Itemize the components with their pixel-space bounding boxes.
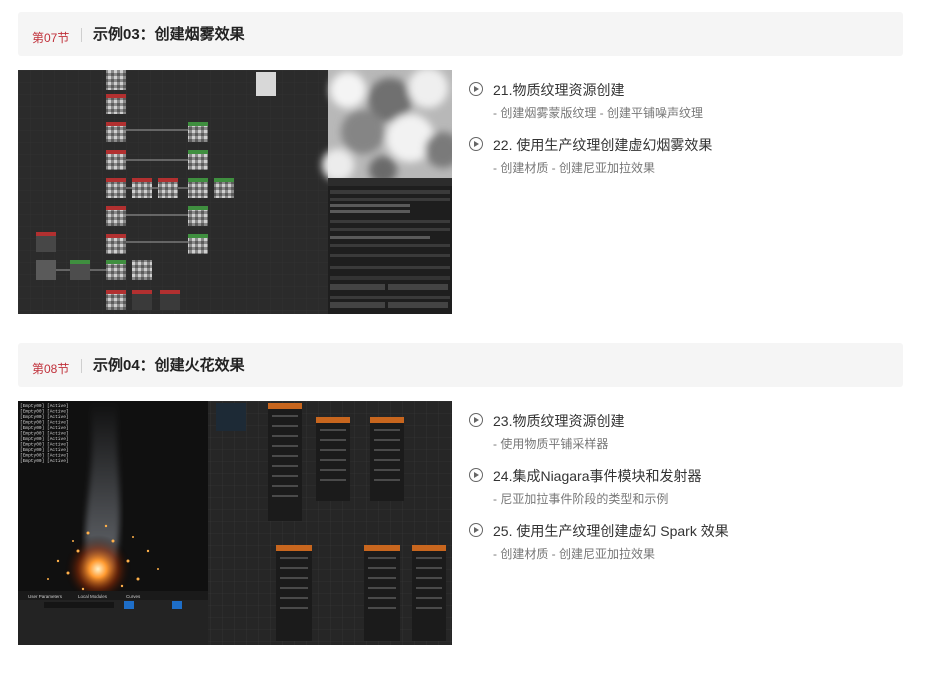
lesson-subtitle: - 创建材质 - 创建尼亚加拉效果 [493,161,655,175]
log-line: [Empty00] [Active] [20,436,69,442]
section-title: 示例03：创建烟雾效果 [93,26,245,43]
lesson-title[interactable]: 21.物质纹理资源创建 [493,80,624,100]
log-line: [Empty00] [Active] [20,453,69,459]
play-icon[interactable] [469,82,483,96]
lesson-subtitle: - 创建烟雾蒙版纹理 - 创建平铺噪声纹理 [493,106,703,120]
lesson-subtitle: - 使用物质平铺采样器 [493,437,609,451]
log-line: [Empty00] [Active] [20,447,69,453]
lesson-title[interactable]: 23.物质纹理资源创建 [493,411,624,431]
lesson-item[interactable]: 25. 使用生产纹理创建虚幻 Spark 效果 - 创建材质 - 创建尼亚加拉效… [469,521,899,576]
section-header-08: 第08节 示例04：创建火花效果 [18,343,903,387]
divider [81,359,82,373]
play-icon[interactable] [469,468,483,482]
section-title: 示例04：创建火花效果 [93,357,245,374]
lesson-item[interactable]: 23.物质纹理资源创建 - 使用物质平铺采样器 [469,411,899,466]
section-header-07: 第07节 示例03：创建烟雾效果 [18,12,903,56]
smoke-editor-screenshot [18,70,452,314]
tab-local-modules: Local Modules [78,594,108,599]
tab-user-parameters: User Parameters [28,594,63,599]
section-number: 第08节 [32,362,70,376]
lesson-title[interactable]: 24.集成Niagara事件模块和发射器 [493,466,702,486]
lesson-item[interactable]: 21.物质纹理资源创建 - 创建烟雾蒙版纹理 - 创建平铺噪声纹理 [469,80,899,135]
lesson-item[interactable]: 24.集成Niagara事件模块和发射器 - 尼亚加拉事件阶段的类型和示例 [469,466,899,521]
lesson-list-07: 21.物质纹理资源创建 - 创建烟雾蒙版纹理 - 创建平铺噪声纹理 22. 使用… [469,80,899,190]
divider [81,28,82,42]
lesson-item[interactable]: 22. 使用生产纹理创建虚幻烟雾效果 - 创建材质 - 创建尼亚加拉效果 [469,135,899,190]
lesson-list-08: 23.物质纹理资源创建 - 使用物质平铺采样器 24.集成Niagara事件模块… [469,411,899,576]
spark-editor-screenshot: [Empty00] [Active] [Empty00] [Active] [Emp… [18,401,452,645]
play-icon[interactable] [469,523,483,537]
lesson-title[interactable]: 22. 使用生产纹理创建虚幻烟雾效果 [493,135,712,155]
log-line: [Empty00] [Active] [20,458,69,464]
lesson-subtitle: - 创建材质 - 创建尼亚加拉效果 [493,547,655,561]
lesson-title[interactable]: 25. 使用生产纹理创建虚幻 Spark 效果 [493,521,729,541]
log-line: [Empty00] [Active] [20,409,69,415]
play-icon[interactable] [469,413,483,427]
lesson-subtitle: - 尼亚加拉事件阶段的类型和示例 [493,492,669,506]
log-line: [Empty00] [Active] [20,403,69,409]
play-icon[interactable] [469,137,483,151]
log-line: [Empty00] [Active] [20,442,69,448]
log-line: [Empty00] [Active] [20,425,69,431]
log-line: [Empty00] [Active] [20,414,69,420]
section-number: 第07节 [32,31,70,45]
tab-curves: Curves [126,594,141,599]
log-line: [Empty00] [Active] [20,431,69,437]
log-line: [Empty00] [Active] [20,420,69,426]
